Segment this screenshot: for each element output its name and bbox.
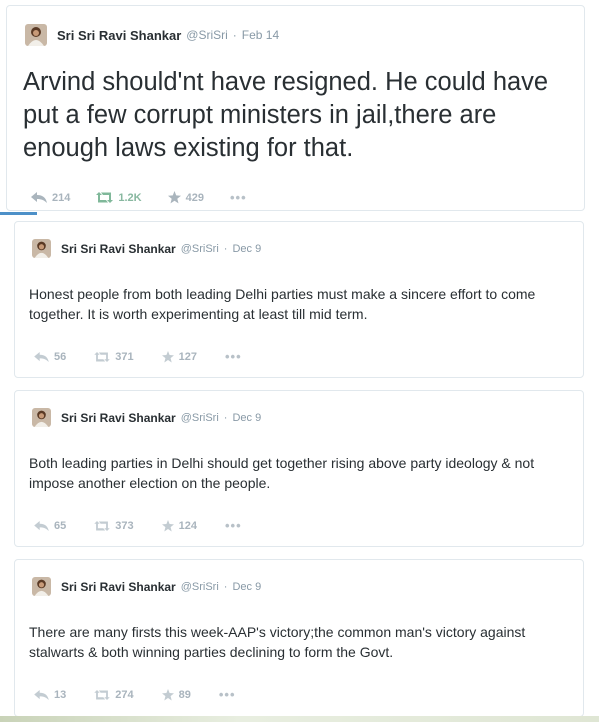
favorite-button[interactable]: 127	[161, 350, 197, 363]
author-name[interactable]: Sri Sri Ravi Shankar	[57, 28, 181, 43]
author-handle[interactable]: @SriSri	[186, 28, 228, 42]
reply-button[interactable]: 13	[34, 689, 66, 701]
tweet-header: Sri Sri Ravi Shankar @SriSri · Feb 14	[25, 24, 279, 46]
favorite-star-icon	[167, 191, 181, 204]
tweet-text: Arvind should'nt have resigned. He could…	[23, 68, 549, 162]
retweet-icon	[96, 192, 114, 203]
tweet-actions: 65 373 124 •••	[34, 518, 270, 533]
more-icon: •••	[224, 349, 242, 364]
reply-count: 214	[52, 191, 71, 204]
retweet-icon	[94, 689, 110, 700]
tweet-card[interactable]: Sri Sri Ravi Shankar @SriSri · Feb 14 Ar…	[6, 5, 585, 211]
reply-button[interactable]: 56	[34, 351, 66, 363]
favorite-button[interactable]: 124	[161, 519, 197, 532]
reply-count: 65	[54, 519, 67, 532]
separator-dot: ·	[223, 580, 228, 593]
favorite-count: 124	[178, 519, 197, 532]
avatar[interactable]	[32, 577, 51, 596]
more-button[interactable]: •••	[225, 518, 242, 533]
retweet-icon	[94, 520, 110, 531]
separator-dot: ·	[232, 28, 237, 42]
favorite-button[interactable]: 89	[161, 688, 191, 701]
avatar[interactable]	[25, 24, 47, 46]
favorite-star-icon	[161, 519, 174, 531]
avatar[interactable]	[32, 239, 51, 258]
tweet-header: Sri Sri Ravi Shankar @SriSri · Dec 9	[32, 577, 261, 596]
separator-dot: ·	[223, 411, 228, 424]
retweet-button[interactable]: 371	[94, 350, 134, 363]
avatar[interactable]	[32, 408, 51, 427]
reply-icon	[31, 192, 47, 203]
author-name[interactable]: Sri Sri Ravi Shankar	[61, 411, 176, 425]
tweet-text: There are many firsts this week-AAP's vi…	[29, 624, 526, 660]
retweet-button[interactable]: 1.2K	[96, 191, 142, 204]
retweet-count: 373	[115, 519, 134, 532]
focus-indicator	[0, 212, 37, 215]
retweet-button[interactable]: 373	[94, 519, 134, 532]
favorite-count: 429	[185, 191, 204, 204]
retweet-count: 371	[115, 350, 134, 363]
tweet-actions: 13 274 89 •••	[34, 687, 264, 702]
bottom-edge	[0, 716, 599, 722]
author-name[interactable]: Sri Sri Ravi Shankar	[61, 580, 176, 594]
tweet-actions: 214 1.2K 429 •••	[31, 190, 273, 205]
author-handle[interactable]: @SriSri	[181, 581, 219, 593]
author-handle[interactable]: @SriSri	[181, 412, 219, 424]
reply-count: 13	[54, 688, 67, 701]
favorite-star-icon	[161, 350, 174, 362]
tweet-text: Honest people from both leading Delhi pa…	[29, 286, 536, 322]
tweet-card[interactable]: Sri Sri Ravi Shankar @SriSri · Dec 9 The…	[14, 559, 584, 717]
reply-icon	[34, 351, 49, 362]
more-icon: •••	[224, 518, 242, 533]
tweet-header: Sri Sri Ravi Shankar @SriSri · Dec 9	[32, 408, 261, 427]
favorite-count: 89	[178, 688, 191, 701]
reply-icon	[34, 689, 49, 700]
author-handle[interactable]: @SriSri	[181, 243, 219, 255]
tweet-text: Both leading parties in Delhi should get…	[29, 455, 535, 491]
reply-icon	[34, 520, 49, 531]
tweet-date[interactable]: Dec 9	[232, 581, 261, 593]
retweet-button[interactable]: 274	[94, 688, 134, 701]
favorite-star-icon	[161, 688, 174, 700]
reply-button[interactable]: 65	[34, 520, 66, 532]
separator-dot: ·	[223, 242, 228, 255]
tweet-date[interactable]: Dec 9	[232, 412, 261, 424]
more-button[interactable]: •••	[219, 687, 236, 702]
author-name[interactable]: Sri Sri Ravi Shankar	[61, 242, 176, 256]
retweet-icon	[94, 351, 110, 362]
more-button[interactable]: •••	[230, 190, 247, 205]
favorite-count: 127	[178, 350, 197, 363]
favorite-button[interactable]: 429	[167, 191, 204, 204]
tweet-card[interactable]: Sri Sri Ravi Shankar @SriSri · Dec 9 Bot…	[14, 390, 584, 547]
tweet-card[interactable]: Sri Sri Ravi Shankar @SriSri · Dec 9 Hon…	[14, 221, 584, 378]
retweet-count: 1.2K	[118, 191, 142, 204]
tweet-date[interactable]: Feb 14	[242, 28, 279, 42]
tweet-date[interactable]: Dec 9	[232, 243, 261, 255]
tweet-actions: 56 371 127 •••	[34, 349, 270, 364]
more-icon: •••	[229, 190, 247, 205]
reply-button[interactable]: 214	[31, 192, 70, 204]
more-icon: •••	[218, 687, 236, 702]
retweet-count: 274	[115, 688, 134, 701]
more-button[interactable]: •••	[225, 349, 242, 364]
reply-count: 56	[54, 350, 67, 363]
tweet-header: Sri Sri Ravi Shankar @SriSri · Dec 9	[32, 239, 261, 258]
